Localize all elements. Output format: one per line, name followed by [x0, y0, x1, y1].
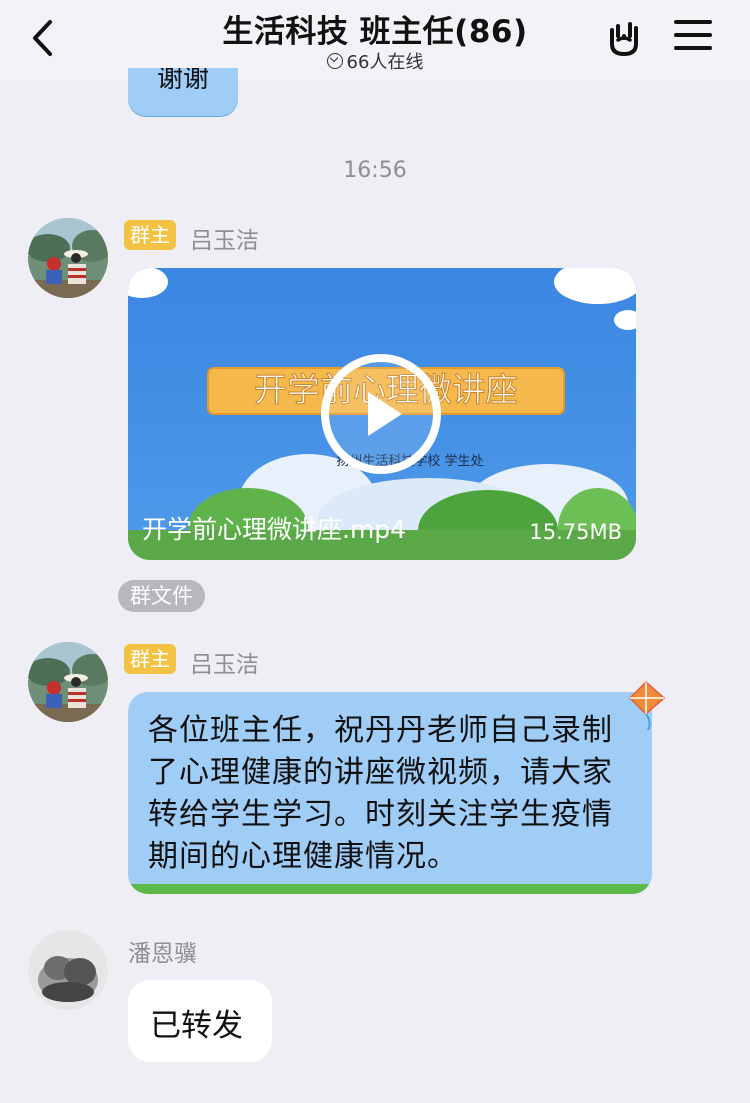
menu-icon[interactable]: [674, 20, 712, 54]
sender-name[interactable]: 潘恩骥: [128, 934, 197, 968]
video-filesize: 15.75MB: [529, 520, 622, 544]
bubble-grass-decoration: [128, 884, 652, 894]
text-message-bubble[interactable]: 已转发: [128, 980, 272, 1062]
avatar[interactable]: [28, 930, 108, 1010]
previous-message-bubble[interactable]: 谢谢: [128, 68, 238, 116]
avatar-photo-icon: [28, 642, 108, 722]
message-text: 已转发: [150, 1008, 243, 1044]
avatar[interactable]: [28, 218, 108, 298]
group-file-tag[interactable]: 群文件: [118, 580, 205, 612]
owner-badge: 群主: [124, 220, 176, 250]
avatar[interactable]: [28, 642, 108, 722]
online-count-label: 66人在线: [346, 52, 424, 73]
chevron-down-icon: [326, 53, 343, 69]
message-text: 各位班主任，祝丹丹老师自己录制了心理健康的讲座微视频，请大家转给学生学习。时刻关…: [148, 713, 613, 874]
sender-name[interactable]: 吕玉洁: [190, 221, 259, 255]
avatar-photo-icon: [28, 930, 108, 1010]
avatar-photo-icon: [28, 218, 108, 298]
previous-message-text: 谢谢: [156, 68, 209, 94]
message-timestamp: 16:56: [343, 158, 407, 183]
rock-hand-icon[interactable]: [604, 18, 644, 58]
kite-icon: [628, 680, 666, 731]
owner-badge: 群主: [124, 644, 176, 674]
text-message-bubble[interactable]: 各位班主任，祝丹丹老师自己录制了心理健康的讲座微视频，请大家转给学生学习。时刻关…: [128, 692, 652, 894]
video-filename: 开学前心理微讲座.mp4: [142, 515, 407, 544]
video-message[interactable]: 开学前心理微讲座 扬州生活科技学校 学生处 开学前心理微讲座.mp4 15.75…: [128, 268, 636, 560]
sender-name[interactable]: 吕玉洁: [190, 645, 259, 679]
chat-header: 生活科技 班主任(86) 66人在线: [0, 0, 750, 80]
